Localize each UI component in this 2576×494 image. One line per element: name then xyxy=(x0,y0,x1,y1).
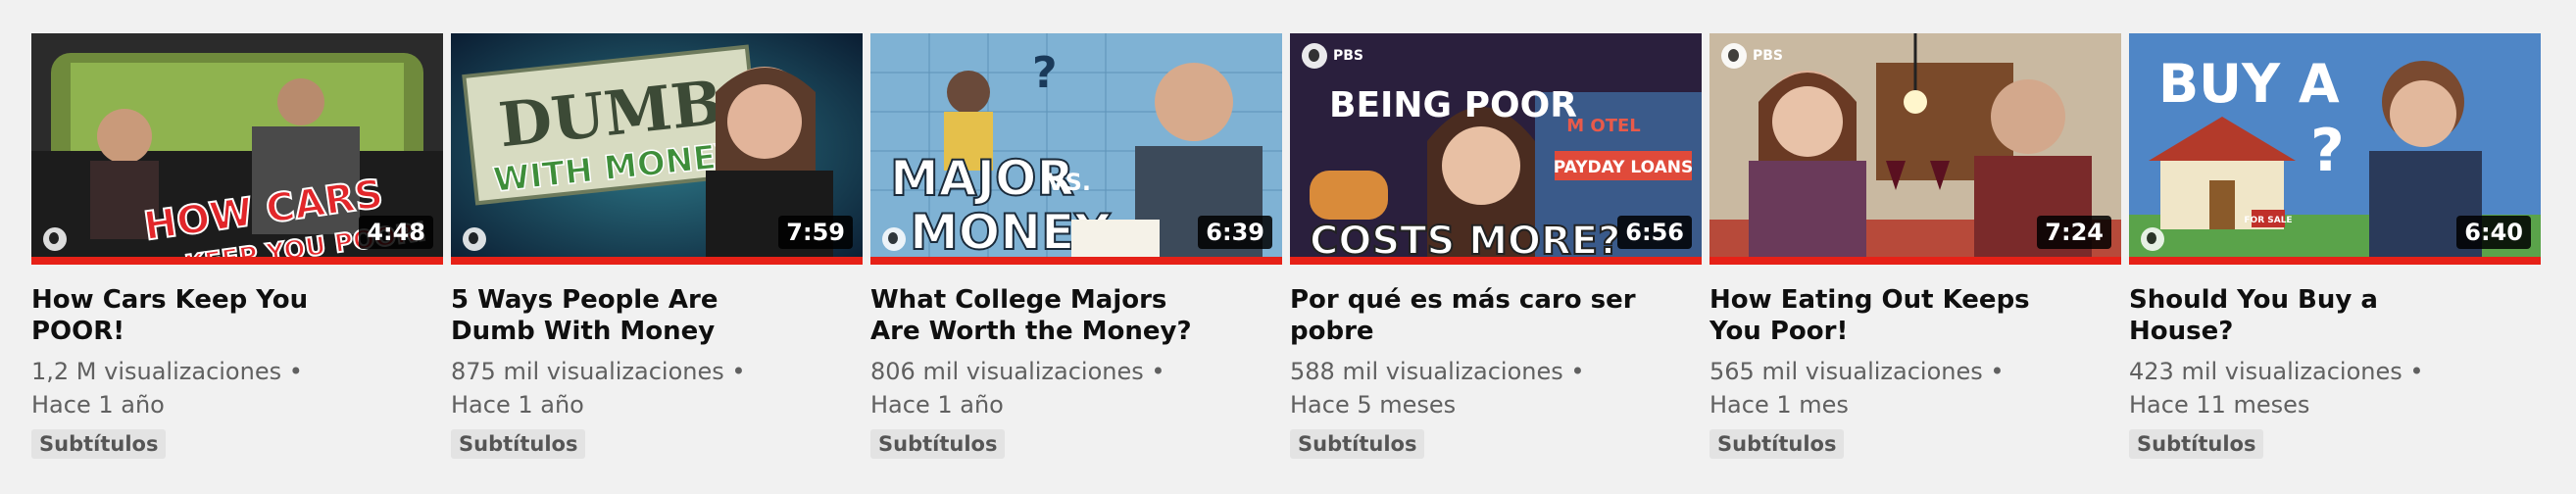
view-count: 875 mil visualizaciones xyxy=(451,358,724,385)
pbs-logo-icon xyxy=(1302,43,1327,69)
upload-age: Hace 1 mes xyxy=(1709,391,1849,419)
meta-separator: • xyxy=(281,358,303,385)
video-title[interactable]: What College Majors Are Worth the Money? xyxy=(870,284,1223,347)
watch-progress-bar xyxy=(1709,257,2121,265)
video-title[interactable]: Should You Buy a House? xyxy=(2129,284,2482,347)
meta-separator: • xyxy=(1143,358,1165,385)
video-shelf: HOW CARS KEEP YOU POOR! 4:48 How Cars Ke… xyxy=(0,0,2576,494)
thumbnail-text: BUY A xyxy=(2158,53,2340,115)
video-title[interactable]: How Cars Keep You POOR! xyxy=(31,284,384,347)
video-meta: 423 mil visualizaciones • Hace 11 meses xyxy=(2129,355,2541,421)
thumbnail-text: FOR SALE xyxy=(2244,216,2292,225)
pbs-label: PBS xyxy=(1753,48,1784,64)
meta-separator: • xyxy=(723,358,746,385)
thumbnail-text: PAYDAY LOANS xyxy=(1554,158,1693,177)
video-thumbnail[interactable]: HOW CARS KEEP YOU POOR! 4:48 xyxy=(31,33,443,265)
video-thumbnail[interactable]: DUMB WITH MONEY 7:59 xyxy=(451,33,863,265)
video-meta: 875 mil visualizaciones • Hace 1 año xyxy=(451,355,863,421)
video-title[interactable]: 5 Ways People Are Dumb With Money xyxy=(451,284,804,347)
thumbnail-text: M OTEL xyxy=(1566,116,1641,136)
video-card[interactable]: PAYDAY LOANS M OTEL BEING POOR COSTS MOR… xyxy=(1290,33,1702,459)
video-meta: 1,2 M visualizaciones • Hace 1 año xyxy=(31,355,443,421)
subtitles-badge: Subtítulos xyxy=(2129,429,2264,459)
video-card[interactable]: PBS 7:24 How Eating Out Keeps You Poor! … xyxy=(1709,33,2121,459)
upload-age: Hace 1 año xyxy=(31,391,165,419)
video-card[interactable]: DUMB WITH MONEY 7:59 5 Ways People Are D… xyxy=(451,33,863,459)
watch-progress-bar xyxy=(2129,257,2541,265)
video-thumbnail[interactable]: BUY A ? FOR SALE 6:40 xyxy=(2129,33,2541,265)
video-duration: 6:56 xyxy=(1617,216,1692,249)
meta-separator: • xyxy=(1562,358,1585,385)
pbs-channel-tag: PBS xyxy=(1721,43,1783,69)
subtitles-badge: Subtítulos xyxy=(870,429,1006,459)
video-duration: 7:59 xyxy=(778,216,853,249)
upload-age: Hace 5 meses xyxy=(1290,391,1457,419)
video-duration: 4:48 xyxy=(359,216,433,249)
subtitles-badge: Subtítulos xyxy=(1290,429,1425,459)
video-meta: 806 mil visualizaciones • Hace 1 año xyxy=(870,355,1282,421)
thumbnail-text: VS. xyxy=(1047,169,1091,196)
video-duration: 6:40 xyxy=(2456,216,2531,249)
pbs-logo-icon xyxy=(43,227,67,251)
subtitles-badge: Subtítulos xyxy=(1709,429,1845,459)
pbs-label: PBS xyxy=(1333,48,1364,64)
pbs-channel-tag: PBS xyxy=(1302,43,1363,69)
pbs-logo-icon xyxy=(2141,227,2164,251)
meta-separator: • xyxy=(2402,358,2424,385)
video-title[interactable]: Por qué es más caro ser pobre xyxy=(1290,284,1643,347)
video-meta: 565 mil visualizaciones • Hace 1 mes xyxy=(1709,355,2121,421)
upload-age: Hace 1 año xyxy=(451,391,584,419)
video-card[interactable]: BUY A ? FOR SALE 6:40 Should You Buy a H… xyxy=(2129,33,2541,459)
upload-age: Hace 11 meses xyxy=(2129,391,2310,419)
view-count: 423 mil visualizaciones xyxy=(2129,358,2403,385)
subtitles-badge: Subtítulos xyxy=(451,429,586,459)
video-thumbnail[interactable]: PBS 7:24 xyxy=(1709,33,2121,265)
view-count: 806 mil visualizaciones xyxy=(870,358,1144,385)
thumbnail-text: ? xyxy=(2310,117,2345,185)
video-card[interactable]: HOW CARS KEEP YOU POOR! 4:48 How Cars Ke… xyxy=(31,33,443,459)
pbs-logo-icon xyxy=(882,227,906,251)
svg-text:?: ? xyxy=(1032,48,1058,98)
view-count: 588 mil visualizaciones xyxy=(1290,358,1563,385)
video-title[interactable]: How Eating Out Keeps You Poor! xyxy=(1709,284,2062,347)
meta-separator: • xyxy=(1982,358,2005,385)
view-count: 1,2 M visualizaciones xyxy=(31,358,282,385)
watch-progress-bar xyxy=(870,257,1282,265)
video-card[interactable]: ? MAJOR VS. MONEY 6:39 What College Majo… xyxy=(870,33,1282,459)
watch-progress-bar xyxy=(451,257,863,265)
pbs-logo-icon xyxy=(1721,43,1747,69)
video-meta: 588 mil visualizaciones • Hace 5 meses xyxy=(1290,355,1702,421)
watch-progress-bar xyxy=(1290,257,1702,265)
thumbnail-text: BEING POOR xyxy=(1329,85,1577,125)
video-duration: 6:39 xyxy=(1198,216,1272,249)
video-thumbnail[interactable]: ? MAJOR VS. MONEY 6:39 xyxy=(870,33,1282,265)
view-count: 565 mil visualizaciones xyxy=(1709,358,1983,385)
upload-age: Hace 1 año xyxy=(870,391,1004,419)
watch-progress-bar xyxy=(31,257,443,265)
video-thumbnail[interactable]: PAYDAY LOANS M OTEL BEING POOR COSTS MOR… xyxy=(1290,33,1702,265)
pbs-logo-icon xyxy=(463,227,486,251)
video-duration: 7:24 xyxy=(2037,216,2111,249)
subtitles-badge: Subtítulos xyxy=(31,429,167,459)
